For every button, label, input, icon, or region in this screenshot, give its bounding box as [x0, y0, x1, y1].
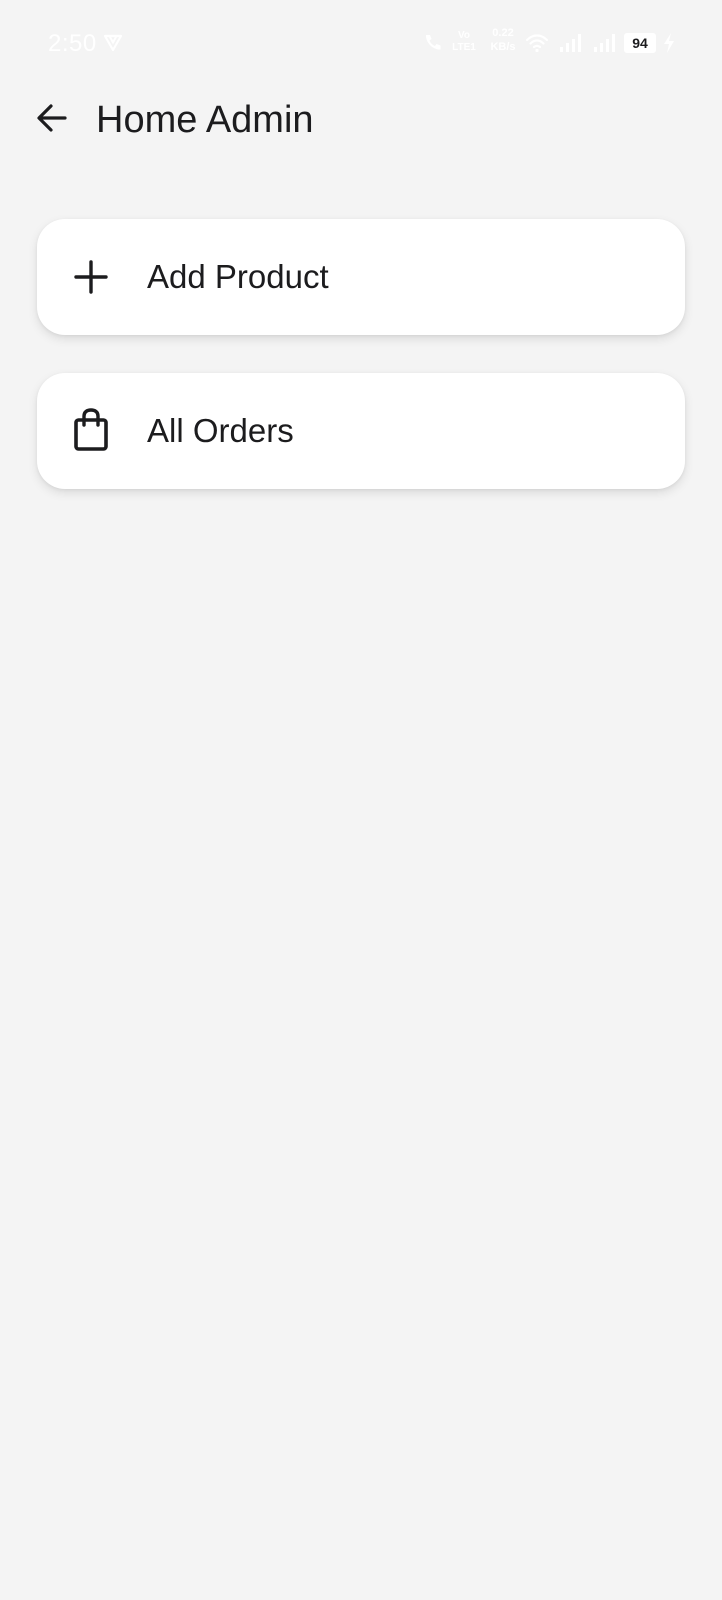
- all-orders-button[interactable]: All Orders: [37, 373, 685, 489]
- wifi-call-icon: [422, 32, 444, 54]
- shopping-bag-icon: [71, 408, 111, 451]
- battery-icon: 94: [624, 33, 656, 53]
- add-product-button[interactable]: Add Product: [37, 219, 685, 335]
- back-button[interactable]: [28, 96, 76, 144]
- status-bar: 2:50 Vo LTE1 0.22 KB/s 94: [0, 0, 722, 88]
- speed-value: 0.22: [492, 27, 514, 39]
- arrow-left-icon: [35, 101, 69, 140]
- page-title: Home Admin: [96, 99, 314, 141]
- vpn-icon: [102, 32, 124, 54]
- add-product-label: Add Product: [147, 258, 329, 295]
- volte-top-label: Vo: [457, 30, 471, 41]
- speed-unit: KB/s: [490, 41, 516, 53]
- signal-icon: [592, 32, 616, 54]
- charging-icon: [662, 32, 676, 54]
- volte-bottom-label: LTE1: [452, 42, 476, 53]
- status-time: 2:50: [48, 30, 97, 57]
- all-orders-label: All Orders: [147, 412, 294, 449]
- plus-icon: [71, 257, 111, 297]
- network-speed: 0.22 KB/s: [486, 26, 520, 58]
- wifi-icon: [525, 32, 549, 54]
- signal-icon: [558, 32, 582, 54]
- app-bar: Home Admin: [0, 88, 722, 172]
- volte-indicator: Vo LTE1: [452, 30, 476, 58]
- screen: 2:50 Vo LTE1 0.22 KB/s 94 Home Admin Add…: [0, 0, 722, 1600]
